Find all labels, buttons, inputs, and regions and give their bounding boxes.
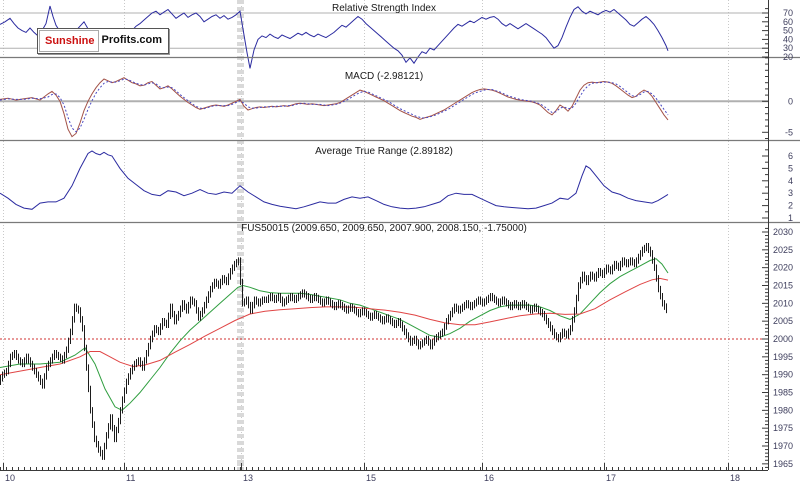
svg-text:2015: 2015 [773, 280, 793, 290]
svg-text:30: 30 [783, 43, 793, 53]
y-axis: 203040506070-501234561965197019751980198… [762, 0, 793, 470]
svg-text:18: 18 [730, 473, 740, 483]
svg-text:2000: 2000 [773, 334, 793, 344]
logo-profits: Profits.com [101, 34, 163, 46]
price-panel [0, 258, 768, 411]
svg-text:1985: 1985 [773, 388, 793, 398]
macd-line [0, 77, 669, 138]
svg-text:17: 17 [606, 473, 616, 483]
svg-text:2025: 2025 [773, 245, 793, 255]
svg-text:1995: 1995 [773, 352, 793, 362]
svg-text:70: 70 [783, 8, 793, 18]
chart: 20 30 40 50 60 70 -5 0 1 2 3 4 5 6 1965 1970 1975 1980 198… [0, 0, 800, 489]
ma-fast-line [0, 258, 669, 411]
svg-text:1: 1 [788, 213, 793, 223]
svg-text:50: 50 [783, 26, 793, 36]
sunshineprofits-logo[interactable]: Sunshine Profits.com [37, 28, 170, 54]
macd-panel [0, 77, 768, 138]
svg-text:2010: 2010 [773, 298, 793, 308]
macd-signal-line [0, 78, 669, 133]
svg-text:2030: 2030 [773, 227, 793, 237]
ma-slow-line [0, 277, 669, 376]
svg-text:40: 40 [783, 34, 793, 44]
svg-text:1965: 1965 [773, 459, 793, 469]
x-axis: 10 11 13 15 16 17 18 [0, 463, 769, 483]
svg-text:11: 11 [126, 473, 135, 483]
svg-text:5: 5 [788, 163, 793, 173]
svg-text:10: 10 [5, 473, 15, 483]
x-gridlines [3, 0, 729, 470]
svg-text:2005: 2005 [773, 316, 793, 326]
svg-text:16: 16 [484, 473, 494, 483]
svg-text:3: 3 [788, 188, 793, 198]
svg-text:1970: 1970 [773, 441, 793, 451]
atr-line [0, 150, 669, 210]
panel-dividers [0, 56, 800, 224]
logo-sunshine: Sunshine [39, 30, 99, 52]
svg-text:4: 4 [788, 176, 793, 186]
svg-text:2020: 2020 [773, 263, 793, 273]
svg-text:20: 20 [783, 52, 793, 62]
svg-text:60: 60 [783, 17, 793, 27]
svg-text:1975: 1975 [773, 423, 793, 433]
svg-text:0: 0 [788, 96, 793, 106]
svg-text:6: 6 [788, 151, 793, 161]
svg-text:1990: 1990 [773, 370, 793, 380]
svg-text:15: 15 [366, 473, 376, 483]
svg-text:13: 13 [243, 473, 253, 483]
svg-text:2: 2 [788, 201, 793, 211]
svg-text:1980: 1980 [773, 405, 793, 415]
chart-svg: 203040506070-501234561965197019751980198… [0, 0, 800, 483]
atr-panel [0, 150, 669, 210]
svg-text:-5: -5 [785, 127, 793, 137]
